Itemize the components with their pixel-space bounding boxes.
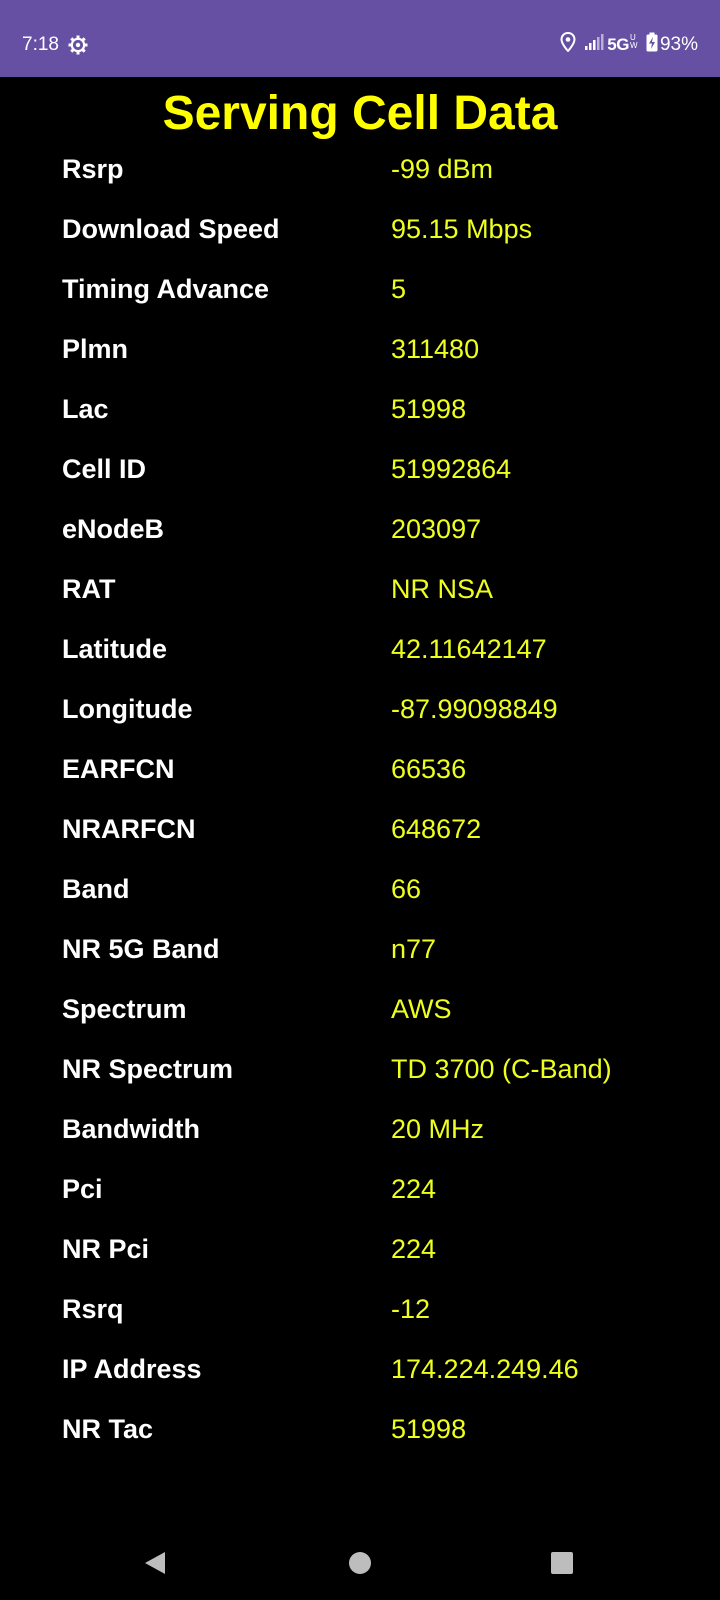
row-label: Rsrq [62,1294,124,1324]
row-label: Rsrp [62,154,124,184]
row-value: 51998 [391,1414,467,1444]
row-label: RAT [62,574,116,604]
row-label: NRARFCN [62,814,196,844]
row-label: Download Speed [62,214,280,244]
row-value: 311480 [391,334,480,364]
row-value: -87.99098849 [391,694,558,724]
row-label: NR Pci [62,1234,150,1264]
row-label: NR 5G Band [62,934,220,964]
row-rat: RAT NR NSA [0,560,720,620]
navigation-bar [0,1530,720,1600]
row-bandwidth: Bandwidth 20 MHz [0,1100,720,1160]
back-button[interactable] [120,1530,190,1600]
row-longitude: Longitude -87.99098849 [0,680,720,740]
row-nrarfcn: NRARFCN 648672 [0,800,720,860]
gear-icon [68,35,88,55]
row-rsrp: Rsrp -99 dBm [0,140,720,200]
row-pci: Pci 224 [0,1160,720,1220]
back-triangle-icon [143,1550,167,1581]
location-pin-icon [560,31,576,58]
row-label: Lac [62,394,109,424]
page-title: Serving Cell Data [162,87,558,140]
row-lac: Lac 51998 [0,380,720,440]
row-label: Cell ID [62,454,147,484]
row-value: TD 3700 (C-Band) [391,1054,612,1084]
row-enodeb: eNodeB 203097 [0,500,720,560]
row-label: NR Spectrum [62,1054,234,1084]
battery-percent: 93% [659,34,698,55]
row-label: Pci [62,1174,103,1204]
recents-square-icon [550,1551,574,1580]
row-label: eNodeB [62,514,165,544]
row-value: 95.15 Mbps [391,214,533,244]
clock: 7:18 [22,34,59,55]
row-plmn: Plmn 311480 [0,320,720,380]
row-cell-id: Cell ID 51992864 [0,440,720,500]
status-left: 7:18 [22,32,88,58]
home-button[interactable] [325,1530,395,1600]
row-value: 224 [391,1234,437,1264]
row-latitude: Latitude 42.11642147 [0,620,720,680]
row-timing-advance: Timing Advance 5 [0,260,720,320]
network-type: 5GUW [607,33,638,55]
row-label: Timing Advance [62,274,270,304]
home-circle-icon [348,1551,372,1580]
row-value: AWS [391,994,452,1024]
row-value: 66536 [391,754,467,784]
row-ip-address: IP Address 174.224.249.46 [0,1340,720,1400]
row-value: 66 [391,874,422,904]
row-label: IP Address [62,1354,202,1384]
row-nr-spectrum: NR Spectrum TD 3700 (C-Band) [0,1040,720,1100]
recents-button[interactable] [527,1530,597,1600]
row-value: 51992864 [391,454,512,484]
row-label: Plmn [62,334,129,364]
row-value: n77 [391,934,437,964]
row-spectrum: Spectrum AWS [0,980,720,1040]
row-value: 203097 [391,514,482,544]
row-label: Bandwidth [62,1114,200,1144]
row-nr-5g-band: NR 5G Band n77 [0,920,720,980]
row-earfcn: EARFCN 66536 [0,740,720,800]
row-label: EARFCN [62,754,175,784]
row-value: -12 [391,1294,431,1324]
row-rsrq: Rsrq -12 [0,1280,720,1340]
row-value: 174.224.249.46 [391,1354,579,1384]
row-value: 648672 [391,814,482,844]
row-value: 42.11642147 [391,634,547,664]
row-label: Band [62,874,130,904]
row-nr-tac: NR Tac 51998 [0,1400,720,1460]
row-value: 224 [391,1174,437,1204]
row-label: Spectrum [62,994,187,1024]
row-value: 51998 [391,394,467,424]
row-download-speed: Download Speed 95.15 Mbps [0,200,720,260]
row-label: Latitude [62,634,167,664]
row-value: NR NSA [391,574,494,604]
battery-charging-icon [646,32,658,58]
status-bar: 7:18 5GUW 93% [0,0,720,77]
row-label: Longitude [62,694,193,724]
cell-signal-icon [584,33,604,57]
row-label: NR Tac [62,1414,154,1444]
status-right: 5GUW 93% [552,31,698,58]
row-value: 20 MHz [391,1114,485,1144]
network-sub: UW [629,33,638,50]
row-nr-pci: NR Pci 224 [0,1220,720,1280]
row-band: Band 66 [0,860,720,920]
cell-data-list: Rsrp -99 dBm Download Speed 95.15 Mbps T… [0,140,720,1460]
row-value: 5 [391,274,407,304]
row-value: -99 dBm [391,154,494,184]
